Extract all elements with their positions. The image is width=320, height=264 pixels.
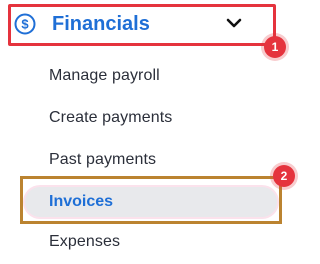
menu-item-label: Manage payroll (49, 67, 160, 84)
dollar-circle-icon: $ (14, 13, 36, 35)
menu-item-label: Create payments (49, 109, 173, 126)
financials-title: Financials (52, 13, 150, 35)
menu-item-invoices-label: Invoices (49, 193, 114, 210)
menu-item-label: Past payments (49, 151, 157, 168)
menu-item-expenses[interactable]: Expenses (0, 226, 300, 258)
annotation-badge-2: 2 (273, 165, 295, 187)
menu-item-create-payments[interactable]: Create payments (0, 102, 300, 134)
menu-item-label: Expenses (49, 233, 121, 250)
chevron-down-icon[interactable] (225, 16, 243, 30)
menu-item-manage-payroll[interactable]: Manage payroll (0, 60, 300, 92)
svg-text:$: $ (21, 17, 29, 32)
menu-item-past-payments[interactable]: Past payments (0, 144, 300, 176)
annotation-badge-1: 1 (264, 36, 286, 58)
financials-section-header[interactable]: $ Financials (0, 0, 300, 52)
